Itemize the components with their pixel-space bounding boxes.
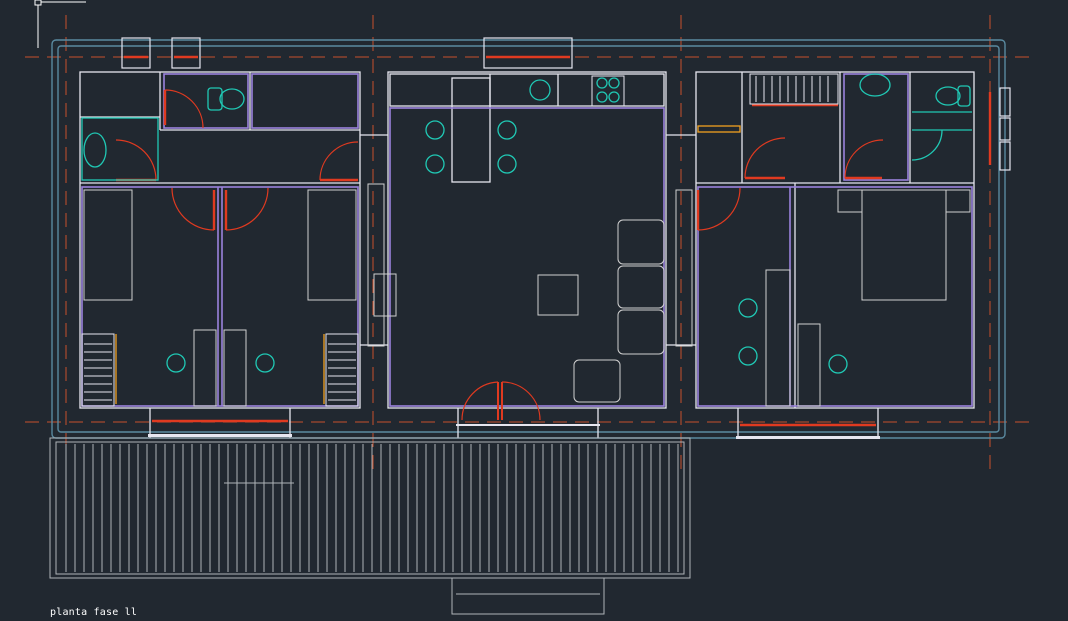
drawing-label: planta fase ll: [50, 607, 138, 618]
cad-drawing-viewport[interactable]: [0, 0, 1068, 621]
